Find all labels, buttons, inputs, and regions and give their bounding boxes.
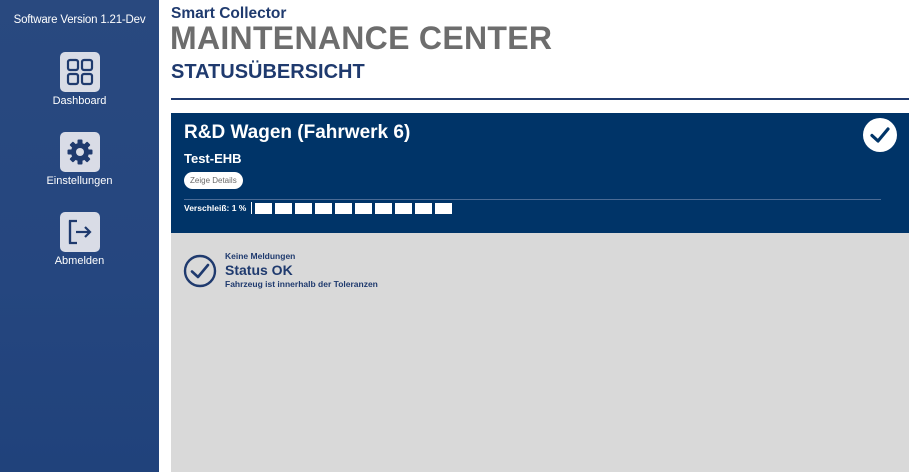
wear-segment (375, 202, 392, 214)
wear-segment (255, 202, 272, 214)
logout-icon (59, 212, 100, 252)
wear-progress-bar (251, 202, 455, 214)
section-title: STATUSÜBERSICHT (171, 61, 365, 83)
wear-segment (335, 202, 352, 214)
check-icon (863, 118, 897, 152)
page-title: MAINTENANCE CENTER (170, 20, 553, 56)
wear-segment (295, 202, 312, 214)
wear-segment (415, 202, 432, 214)
wear-segment (275, 202, 292, 214)
status-ok-icon (183, 254, 217, 288)
wear-label: Verschleiß: 1 % (184, 203, 247, 213)
wear-segment (395, 202, 412, 214)
sidebar-item-logout[interactable]: Abmelden (0, 212, 159, 267)
vehicle-subtitle: Test-EHB (184, 151, 242, 166)
sidebar-item-label: Abmelden (54, 255, 105, 267)
vehicle-title: R&D Wagen (Fahrwerk 6) (184, 122, 411, 143)
status-title: Status OK (225, 262, 293, 278)
vehicle-card-header: R&D Wagen (Fahrwerk 6) Test-EHB Zeige De… (171, 113, 909, 233)
status-description: Fahrzeug ist innerhalb der Toleranzen (225, 279, 378, 289)
sidebar-item-settings[interactable]: Einstellungen (0, 132, 159, 187)
messages-text: Keine Meldungen (225, 251, 296, 261)
sidebar: Software Version 1.21-Dev Dashboard Eins… (0, 0, 159, 472)
card-divider (184, 199, 881, 200)
sidebar-item-label: Dashboard (52, 95, 107, 107)
sidebar-item-label: Einstellungen (46, 175, 113, 187)
sidebar-item-dashboard[interactable]: Dashboard (0, 52, 159, 107)
wear-bar-start (251, 202, 252, 214)
wear-segment (355, 202, 372, 214)
software-version: Software Version 1.21-Dev (13, 14, 146, 26)
header-divider (171, 98, 909, 100)
gear-icon (59, 132, 100, 172)
wear-segment (315, 202, 332, 214)
vehicle-card-body: Keine Meldungen Status OK Fahrzeug ist i… (171, 233, 909, 472)
wear-segment (435, 202, 452, 214)
grid-icon (59, 52, 100, 92)
show-details-button[interactable]: Zeige Details (184, 172, 243, 189)
